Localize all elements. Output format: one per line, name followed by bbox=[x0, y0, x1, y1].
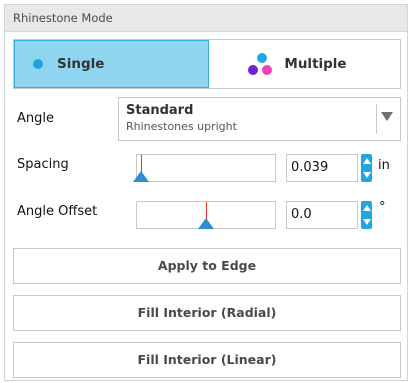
fill-interior-linear-button[interactable]: Fill Interior (Linear) bbox=[13, 342, 401, 378]
apply-to-edge-button[interactable]: Apply to Edge bbox=[13, 248, 401, 284]
spacing-unit: in bbox=[378, 158, 390, 173]
arrow-down-icon[interactable] bbox=[363, 219, 371, 225]
angle-description: Rhinestones upright bbox=[126, 120, 237, 133]
angle-offset-slider[interactable] bbox=[136, 201, 276, 229]
angle-selected-value: Standard bbox=[126, 103, 194, 118]
chevron-down-icon bbox=[381, 112, 393, 121]
angle-offset-unit: ° bbox=[379, 200, 386, 215]
angle-offset-input[interactable]: 0.0 bbox=[286, 201, 358, 229]
spacing-spinner[interactable] bbox=[361, 154, 372, 182]
multi-dot-icon bbox=[246, 52, 280, 76]
arrow-up-icon[interactable] bbox=[363, 205, 371, 211]
dropdown-divider bbox=[376, 104, 377, 134]
fill-interior-radial-button[interactable]: Fill Interior (Radial) bbox=[13, 295, 401, 331]
angle-dropdown[interactable]: Standard Rhinestones upright bbox=[118, 97, 401, 141]
angle-offset-spinner[interactable] bbox=[361, 201, 372, 229]
mode-toggle: Single Multiple bbox=[13, 39, 401, 89]
rhinestone-panel: Rhinestone Mode Single Multiple Angle St… bbox=[4, 4, 408, 381]
arrow-up-icon[interactable] bbox=[363, 158, 371, 164]
angle-label: Angle bbox=[17, 111, 54, 126]
spacing-slider-thumb[interactable] bbox=[133, 171, 149, 182]
single-mode-label: Single bbox=[57, 56, 105, 72]
panel-title: Rhinestone Mode bbox=[5, 5, 407, 32]
single-dot-icon bbox=[33, 59, 43, 69]
multiple-mode-button[interactable]: Multiple bbox=[209, 40, 400, 88]
spacing-label: Spacing bbox=[17, 157, 69, 172]
arrow-down-icon[interactable] bbox=[363, 172, 371, 178]
spacing-input[interactable]: 0.039 bbox=[286, 154, 358, 182]
spacing-slider[interactable] bbox=[133, 154, 276, 182]
angle-offset-slider-thumb[interactable] bbox=[198, 218, 214, 229]
angle-offset-label: Angle Offset bbox=[17, 204, 98, 219]
single-mode-button[interactable]: Single bbox=[14, 40, 209, 88]
multiple-mode-label: Multiple bbox=[284, 56, 347, 72]
